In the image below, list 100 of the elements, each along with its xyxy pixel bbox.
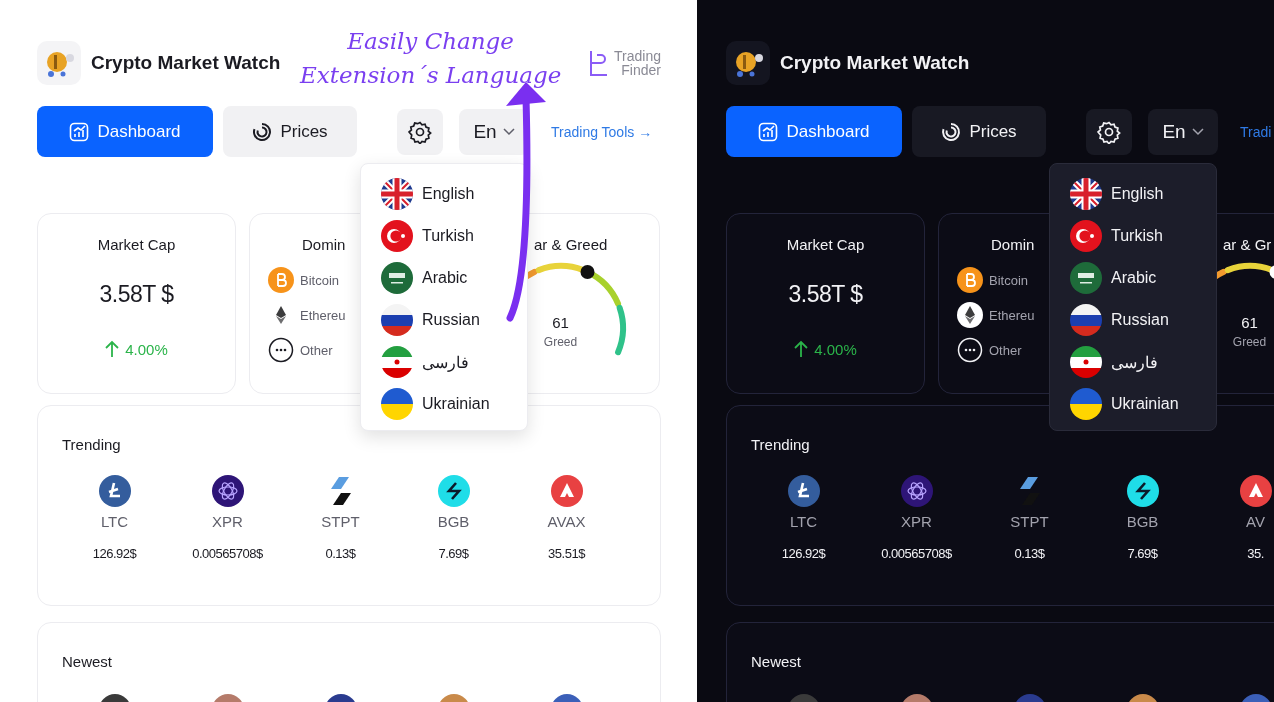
- spinner-icon: [941, 121, 962, 142]
- arrow-up-icon: [105, 340, 120, 358]
- russia-flag-icon: [381, 304, 413, 336]
- card-title: Newest: [751, 653, 803, 670]
- coin-price: 35.51$: [548, 546, 585, 561]
- arrow-up-icon: [794, 340, 809, 358]
- brand-name: Trading Finder: [614, 49, 661, 77]
- card-title: Market Cap: [97, 236, 176, 253]
- iran-flag-icon: [381, 346, 413, 378]
- settings-button[interactable]: [397, 108, 443, 155]
- market-cap-value: 3.58T $: [99, 281, 174, 308]
- card-title: Domin: [302, 236, 347, 253]
- change-percent: 4.00%: [125, 340, 168, 358]
- trading-tools-link[interactable]: Trading Tools →: [551, 123, 653, 140]
- coin-symbol: STPT: [321, 513, 360, 530]
- gauge-label: Greed: [1232, 335, 1267, 349]
- language-option[interactable]: Ukrainian: [1070, 388, 1196, 420]
- language-option[interactable]: Turkish: [381, 220, 507, 252]
- coin-price: 126.92$: [92, 546, 137, 561]
- uk-flag-icon: [381, 178, 413, 210]
- card-title: ar & Greed: [534, 236, 609, 253]
- card-title: Newest: [62, 653, 114, 670]
- card-title: Trending: [751, 436, 811, 453]
- saudi-flag-icon: [1070, 262, 1102, 294]
- nav-tab[interactable]: Dashboard: [37, 106, 213, 157]
- nav-tab[interactable]: Dashboard: [726, 106, 902, 157]
- language-option[interactable]: فارسی: [1070, 346, 1196, 378]
- coin-symbol: AVAX: [547, 513, 586, 530]
- litecoin-icon: [787, 475, 820, 507]
- coin-price: 0.00565708$: [881, 546, 952, 561]
- coin-symbol: LTC: [100, 513, 129, 530]
- coin-price: 7.69$: [438, 546, 469, 561]
- app-logo-icon: [726, 41, 770, 85]
- card-title: Domin: [991, 236, 1036, 253]
- coin-symbol: LTC: [789, 513, 818, 530]
- gauge-label: Greed: [543, 335, 578, 349]
- language-option[interactable]: Russian: [1070, 304, 1196, 336]
- nav-tab[interactable]: Prices: [223, 106, 357, 157]
- coin-symbol: STPT: [1010, 513, 1049, 530]
- iran-flag-icon: [1070, 346, 1102, 378]
- app-title: Crypto Market Watch: [780, 52, 970, 74]
- avax-coin-icon: [1239, 475, 1272, 507]
- litecoin-icon: [98, 475, 131, 507]
- gauge-value: 61: [552, 314, 569, 331]
- coin-price: 35.: [1247, 546, 1264, 561]
- settings-button[interactable]: [1086, 108, 1132, 155]
- bitcoin-coin-icon: [957, 267, 983, 293]
- coin-name: Ethereu: [989, 307, 1035, 323]
- coin-name: Other: [300, 342, 333, 358]
- coin-symbol: XPR: [901, 513, 932, 530]
- market-cap-value: 3.58T $: [788, 281, 863, 308]
- chart-icon: [758, 121, 779, 142]
- saudi-flag-icon: [381, 262, 413, 294]
- chevron-down-icon: [1191, 127, 1204, 136]
- app-title: Crypto Market Watch: [91, 52, 281, 74]
- coin-symbol: XPR: [212, 513, 243, 530]
- coin-price: 0.13$: [1014, 546, 1045, 561]
- ethereum-coin-icon: [957, 302, 983, 328]
- coin-price: 0.13$: [325, 546, 356, 561]
- language-select[interactable]: En: [1148, 108, 1218, 155]
- coin-symbol: BGB: [1126, 513, 1159, 530]
- trading-tools-link[interactable]: Tradi: [1240, 123, 1272, 140]
- coin-price: 0.00565708$: [192, 546, 263, 561]
- annotation-text: Easily Change: [347, 27, 514, 56]
- language-option[interactable]: English: [381, 178, 507, 210]
- ukraine-flag-icon: [1070, 388, 1102, 420]
- ukraine-flag-icon: [381, 388, 413, 420]
- atom-coin-icon: [900, 475, 933, 507]
- language-option[interactable]: فارسی: [381, 346, 507, 378]
- language-option[interactable]: Arabic: [381, 262, 507, 294]
- bitcoin-coin-icon: [268, 267, 294, 293]
- language-option[interactable]: Turkish: [1070, 220, 1196, 252]
- more-icon: [268, 337, 294, 363]
- language-option[interactable]: Russian: [381, 304, 507, 336]
- language-option[interactable]: English: [1070, 178, 1196, 210]
- more-icon: [957, 337, 983, 363]
- nav-tab[interactable]: Prices: [912, 106, 1046, 157]
- bgb-coin-icon: [1126, 475, 1159, 507]
- card-title: Trending: [62, 436, 122, 453]
- coin-symbol: AV: [1246, 513, 1265, 530]
- turkey-flag-icon: [1070, 220, 1102, 252]
- change-percent: 4.00%: [814, 340, 857, 358]
- coin-name: Other: [989, 342, 1022, 358]
- chart-icon: [69, 121, 90, 142]
- atom-coin-icon: [211, 475, 244, 507]
- language-option[interactable]: Arabic: [1070, 262, 1196, 294]
- coin-symbol: BGB: [437, 513, 470, 530]
- bgb-coin-icon: [437, 475, 470, 507]
- spinner-icon: [252, 121, 273, 142]
- settings-icon: [408, 119, 432, 144]
- avax-coin-icon: [550, 475, 583, 507]
- russia-flag-icon: [1070, 304, 1102, 336]
- language-option[interactable]: Ukrainian: [381, 388, 507, 420]
- app-logo-icon: [37, 41, 81, 85]
- card-title: Market Cap: [786, 236, 865, 253]
- coin-name: Bitcoin: [300, 272, 340, 288]
- uk-flag-icon: [1070, 178, 1102, 210]
- coin-price: 126.92$: [781, 546, 826, 561]
- annotation-text: Extension´s Language: [300, 61, 562, 90]
- turkey-flag-icon: [381, 220, 413, 252]
